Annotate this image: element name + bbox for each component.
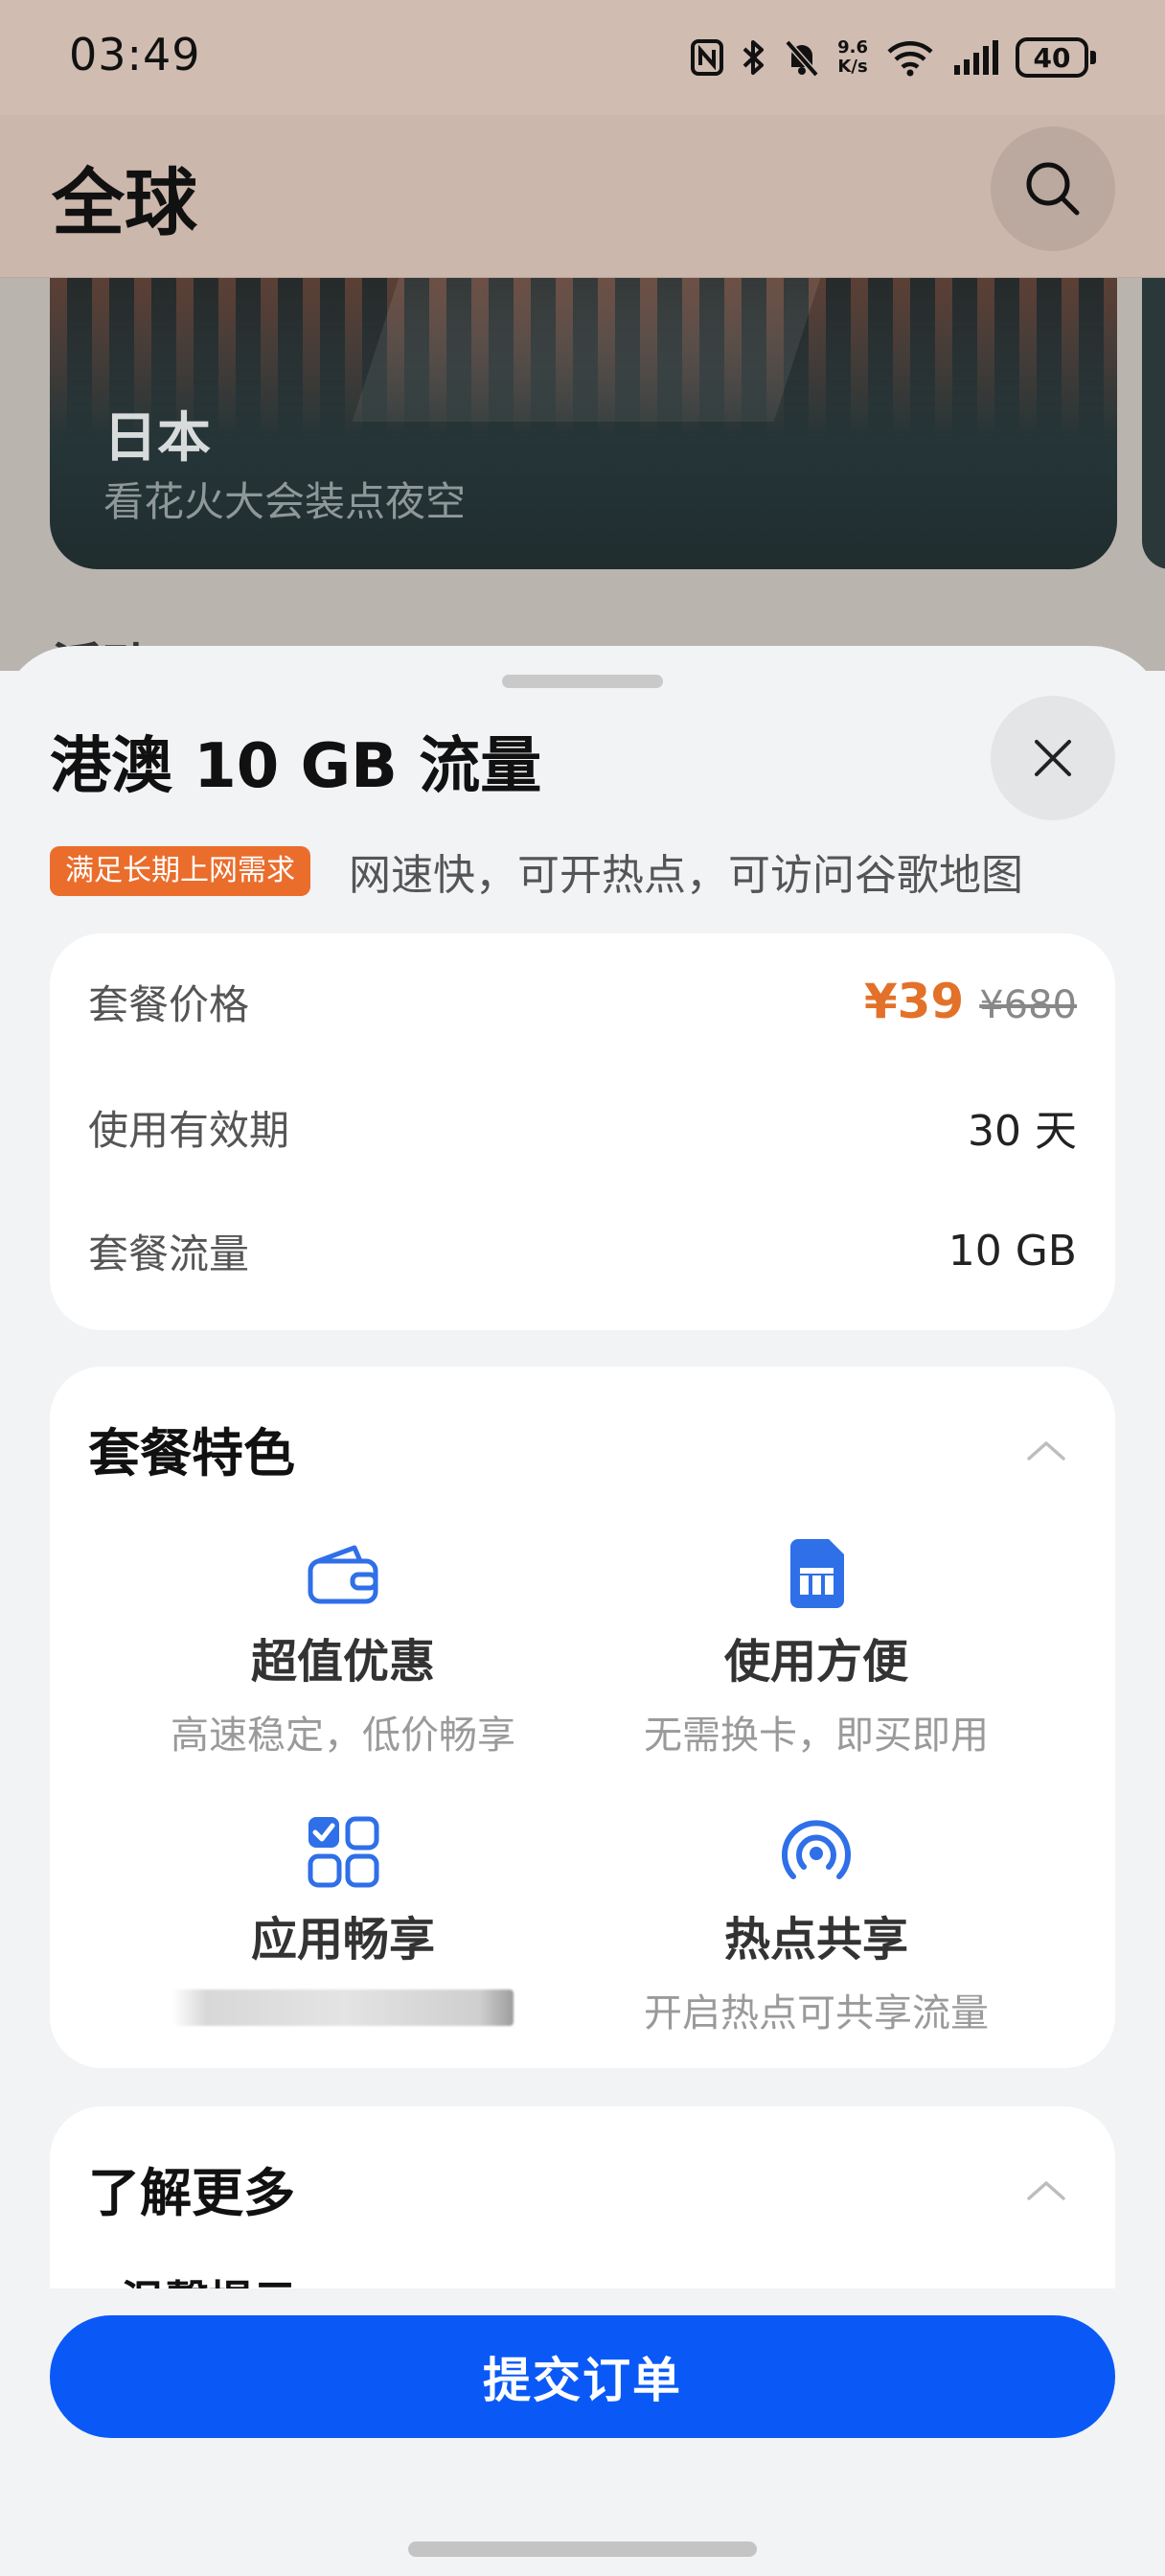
submit-order-button[interactable]: 提交订单 <box>50 2315 1115 2438</box>
network-speed-unit: K/s <box>837 57 868 77</box>
data-amount-value: 10 GB <box>948 1226 1077 1276</box>
destination-card-japan[interactable]: 日本 看花火大会装点夜空 <box>50 278 1117 569</box>
destination-subtitle: 看花火大会装点夜空 <box>103 478 467 525</box>
feature-item: 超值优惠 高速稳定，低价畅享 <box>103 1535 582 1760</box>
status-time: 03:49 <box>69 29 201 80</box>
sheet-drag-handle[interactable] <box>502 675 663 688</box>
feature-name: 应用畅享 <box>250 1913 435 1966</box>
mute-bell-icon <box>785 39 819 77</box>
learn-more-title: 了解更多 <box>88 2163 295 2223</box>
signal-icon <box>954 40 998 75</box>
nfc-icon <box>691 39 724 76</box>
destination-card-next[interactable] <box>1142 278 1165 569</box>
feature-name: 使用方便 <box>723 1635 908 1689</box>
network-speed: 9.6 K/s <box>837 38 868 77</box>
price-original: ¥680 <box>979 983 1077 1027</box>
status-bar: 03:49 9.6 K/s 40 <box>0 0 1165 115</box>
feature-item: 热点共享 开启热点可共享流量 <box>577 1813 1056 2037</box>
price-label: 套餐价格 <box>88 980 250 1028</box>
plan-info-card: 套餐价格 ¥39 ¥680 使用有效期 30 天 套餐流量 10 GB <box>50 933 1115 1330</box>
collapse-features-chevron-up-icon[interactable] <box>1025 1430 1067 1472</box>
feature-description-redacted <box>172 1990 514 2026</box>
top-app-bar: 全球 <box>0 115 1165 278</box>
battery-cap <box>1090 51 1096 64</box>
page-title: 全球 <box>52 160 197 245</box>
wallet-icon <box>308 1545 378 1604</box>
destination-country: 日本 <box>103 407 211 470</box>
search-button[interactable] <box>991 126 1115 251</box>
battery-level: 40 <box>1016 37 1088 78</box>
feature-description: 开启热点可共享流量 <box>644 1991 989 2036</box>
plan-tag-badge: 满足长期上网需求 <box>50 846 310 896</box>
feature-item: 使用方便 无需换卡，即买即用 <box>577 1535 1056 1760</box>
features-title: 套餐特色 <box>88 1423 295 1484</box>
battery-indicator: 40 <box>1016 37 1096 78</box>
search-icon <box>1026 162 1080 216</box>
hotspot-icon <box>782 1820 851 1879</box>
feature-name: 超值优惠 <box>250 1635 435 1689</box>
status-icons: 9.6 K/s 40 <box>690 29 1096 86</box>
collapse-learn-more-chevron-up-icon[interactable] <box>1025 2170 1067 2212</box>
plan-features-card: 套餐特色 超值优惠 高速稳定，低价畅享 使用方便 无需换卡，即买即用 应用畅享 <box>50 1367 1115 2068</box>
apps-grid-icon <box>308 1816 379 1888</box>
close-icon <box>1035 740 1071 776</box>
plan-tag-description: 网速快，可开热点，可访问谷歌地图 <box>349 851 1023 900</box>
price-current: ¥39 <box>863 974 965 1029</box>
wifi-icon <box>887 41 933 77</box>
feature-description: 高速稳定，低价畅享 <box>171 1714 515 1758</box>
sim-card-icon <box>790 1539 844 1608</box>
close-button[interactable] <box>991 696 1115 820</box>
price-values: ¥39 ¥680 <box>864 974 1077 1029</box>
network-speed-value: 9.6 <box>837 37 868 58</box>
validity-label: 使用有效期 <box>88 1106 290 1154</box>
validity-row: 使用有效期 30 天 <box>88 1093 1077 1161</box>
bluetooth-icon <box>742 40 765 75</box>
feature-item: 应用畅享 <box>103 1813 582 2026</box>
plan-title: 港澳 10 GB 流量 <box>50 731 542 802</box>
feature-description: 无需换卡，即买即用 <box>644 1714 989 1758</box>
price-row: 套餐价格 ¥39 ¥680 <box>88 968 1077 1035</box>
home-indicator[interactable] <box>408 2542 757 2557</box>
data-amount-label: 套餐流量 <box>88 1230 250 1277</box>
plan-detail-sheet: 港澳 10 GB 流量 满足长期上网需求 网速快，可开热点，可访问谷歌地图 套餐… <box>0 646 1165 2576</box>
feature-name: 热点共享 <box>723 1913 908 1966</box>
data-amount-row: 套餐流量 10 GB <box>88 1217 1077 1284</box>
validity-value: 30 天 <box>968 1107 1077 1156</box>
plan-tag-row: 满足长期上网需求 网速快，可开热点，可访问谷歌地图 <box>50 845 1023 900</box>
